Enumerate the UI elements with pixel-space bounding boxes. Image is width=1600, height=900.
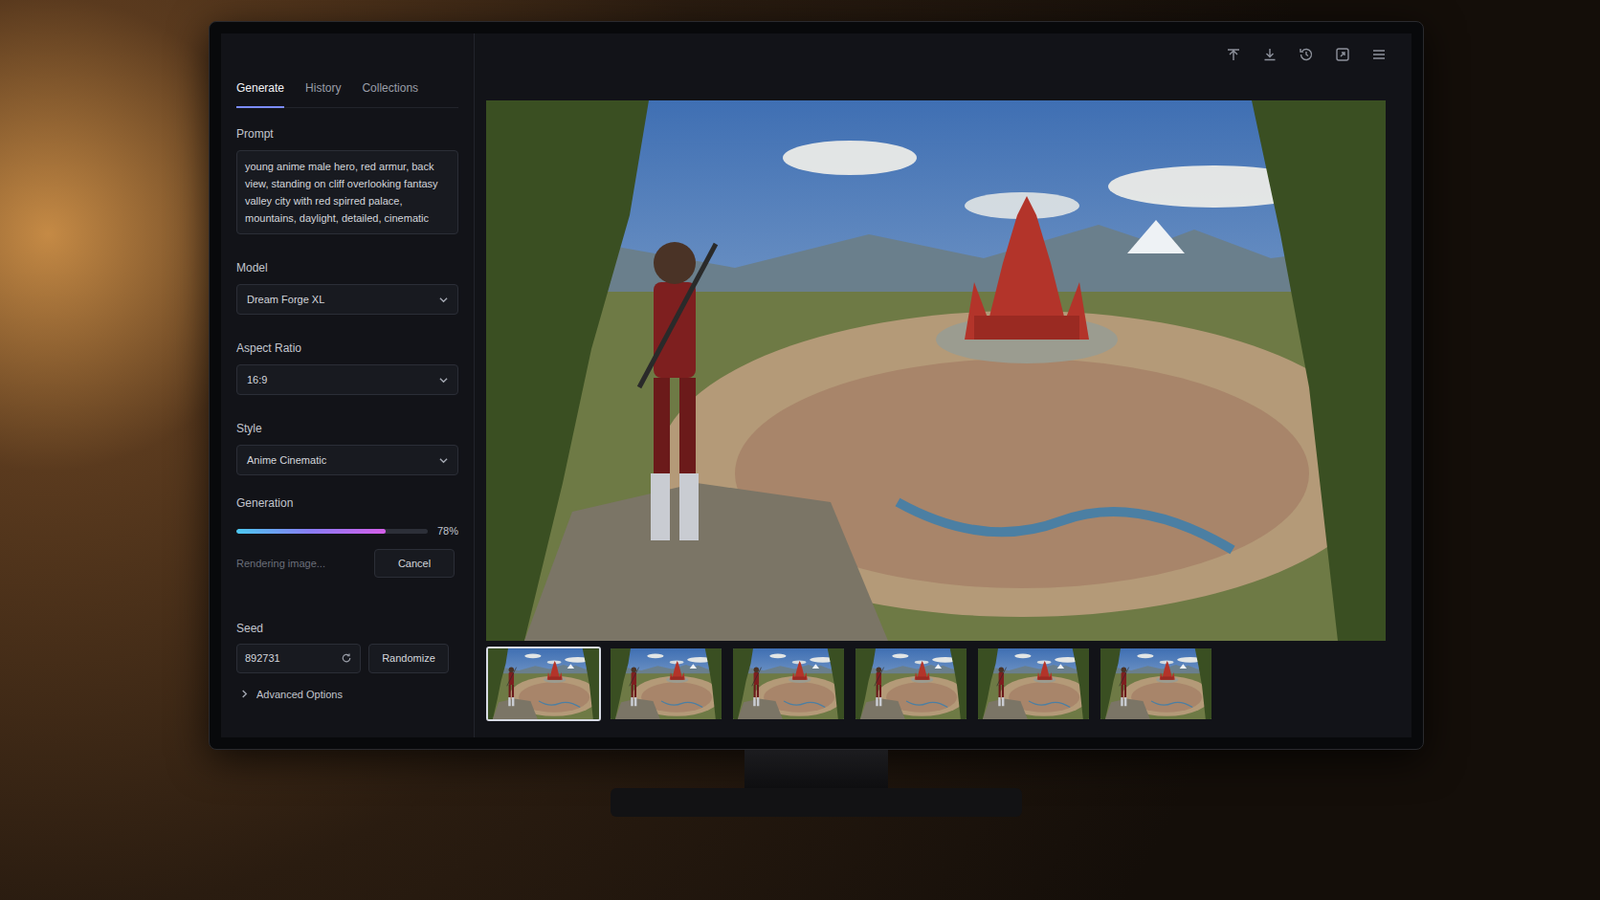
menu-icon[interactable]	[1371, 46, 1387, 63]
thumbnail[interactable]	[1098, 646, 1214, 722]
chevron-down-icon	[439, 456, 448, 466]
field-list: Model Dream Forge XL Aspect Ratio 16:9 Style…	[236, 234, 459, 476]
dropdown-value: Dream Forge XL	[246, 291, 325, 309]
field-label: Model	[236, 259, 459, 277]
export-icon[interactable]	[1334, 46, 1351, 63]
randomize-button[interactable]: Randomize	[368, 644, 449, 674]
chevron-down-icon	[439, 295, 448, 305]
scene-picture	[733, 648, 845, 720]
field-label: Aspect Ratio	[236, 339, 459, 357]
scene-picture	[488, 648, 600, 720]
tab[interactable]: Collections	[361, 79, 419, 109]
monitor-base	[610, 788, 1023, 818]
seed-label: Seed	[236, 620, 459, 638]
history-icon[interactable]	[1298, 46, 1314, 63]
preview-panel	[474, 33, 1412, 738]
monitor-stand	[744, 750, 889, 789]
dropdown[interactable]: Dream Forge XL	[236, 284, 459, 315]
dropdown-value: 16:9	[246, 372, 267, 389]
tab[interactable]: Generate	[236, 79, 285, 109]
scene-picture	[486, 100, 1386, 642]
monitor: Generate History Collections Prompt young …	[208, 21, 1424, 751]
advanced-toggle[interactable]: Advanced Options	[236, 687, 459, 704]
thumbnail[interactable]	[486, 646, 601, 722]
field-group: Style Anime Cinematic	[236, 420, 459, 476]
tab-bar: Generate History Collections	[236, 33, 459, 109]
tab[interactable]: History	[305, 79, 341, 109]
scene-picture	[855, 648, 967, 720]
progress-track	[236, 529, 428, 534]
prompt-field[interactable]: young anime male hero, red armur, back v…	[236, 150, 459, 235]
toolbar	[486, 33, 1400, 101]
chevron-down-icon	[439, 376, 448, 385]
generated-image	[486, 100, 1386, 642]
share-icon[interactable]	[1225, 46, 1242, 63]
seed-row: Randomize	[236, 644, 459, 674]
thumbnail-strip	[486, 646, 1400, 722]
chevron-icon	[240, 689, 249, 699]
progress-row: 78%	[236, 523, 459, 540]
progress-fill	[236, 529, 386, 534]
seed-field	[236, 644, 361, 674]
field-group: Model Dream Forge XL	[236, 259, 459, 315]
dropdown[interactable]: Anime Cinematic	[236, 444, 459, 476]
progress-reading: 78%	[437, 523, 459, 540]
field-label: Style	[236, 420, 459, 438]
settings-panel: Generate History Collections Prompt young …	[221, 33, 475, 738]
cancel-button[interactable]: Cancel	[374, 549, 455, 579]
scene-picture	[610, 648, 722, 720]
app-screen: Generate History Collections Prompt young …	[221, 33, 1412, 738]
field-group: Aspect Ratio 16:9	[236, 339, 459, 396]
seed-input[interactable]	[244, 650, 341, 667]
advanced-label: Advanced Options	[256, 687, 343, 704]
scene-picture	[977, 648, 1089, 720]
scene-picture	[1100, 648, 1212, 720]
thumbnail[interactable]	[976, 646, 1091, 722]
download-icon[interactable]	[1262, 46, 1278, 63]
generation-label: Generation	[236, 494, 459, 512]
status-text: Rendering image...	[236, 555, 326, 573]
prompt-label: Prompt	[236, 125, 459, 143]
thumbnail[interactable]	[731, 646, 846, 722]
status-row: Rendering image... Cancel	[236, 549, 459, 579]
dropdown-value: Anime Cinematic	[246, 452, 327, 469]
desk-scene: Generate History Collections Prompt young …	[0, 0, 1600, 818]
dropdown[interactable]: 16:9	[236, 364, 459, 396]
refresh-icon[interactable]	[340, 652, 353, 665]
thumbnail[interactable]	[853, 646, 969, 722]
thumbnail[interactable]	[608, 646, 724, 722]
